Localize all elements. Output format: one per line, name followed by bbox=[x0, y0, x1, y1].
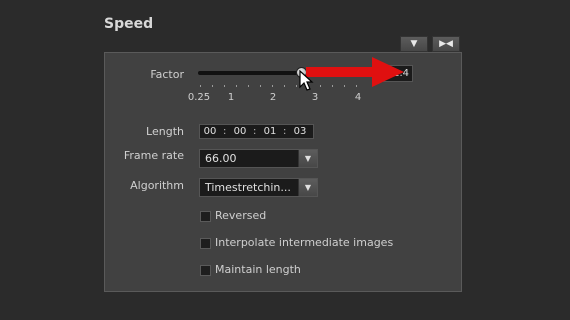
annotation-arrow-icon bbox=[306, 57, 404, 87]
length-separator: : bbox=[223, 126, 227, 137]
tick-dot bbox=[224, 85, 225, 87]
interpolate-checkbox[interactable] bbox=[200, 238, 211, 249]
section-title: Speed bbox=[104, 16, 154, 32]
maintain-length-checkbox[interactable] bbox=[200, 265, 211, 276]
length-hours[interactable]: 00 bbox=[202, 126, 218, 137]
tick-label-0-25: 0.25 bbox=[187, 92, 211, 103]
length-label: Length bbox=[146, 125, 184, 138]
tick-dot bbox=[212, 85, 213, 87]
tick-dot bbox=[272, 85, 273, 87]
frame-rate-value: 66.00 bbox=[205, 152, 237, 165]
length-seconds[interactable]: 01 bbox=[262, 126, 278, 137]
algorithm-dropdown[interactable]: Timestretchin... ▼ bbox=[199, 178, 318, 197]
tick-dot bbox=[248, 85, 249, 87]
factor-label: Factor bbox=[150, 68, 184, 81]
panel-menu-button[interactable]: ▼ bbox=[400, 36, 428, 52]
speed-settings-view: Speed ▼ ▶◀ Factor 1.4 0.25 1 2 3 4 Lengt… bbox=[0, 0, 570, 320]
tick-label-2: 2 bbox=[269, 92, 277, 103]
algorithm-value: Timestretchin... bbox=[205, 181, 291, 194]
mouse-cursor-icon bbox=[299, 70, 314, 91]
length-timecode-field[interactable]: 00 : 00 : 01 : 03 bbox=[199, 124, 314, 139]
triangle-down-icon: ▼ bbox=[410, 39, 418, 49]
reversed-label[interactable]: Reversed bbox=[215, 209, 266, 222]
length-frames[interactable]: 03 bbox=[292, 126, 308, 137]
tick-label-3: 3 bbox=[311, 92, 319, 103]
interpolate-label[interactable]: Interpolate intermediate images bbox=[215, 236, 393, 249]
tick-label-4: 4 bbox=[354, 92, 362, 103]
length-separator: : bbox=[283, 126, 287, 137]
tick-dot bbox=[260, 85, 261, 87]
arrow-shaft bbox=[306, 67, 376, 77]
panel-collapse-button[interactable]: ▶◀ bbox=[432, 36, 460, 52]
length-minutes[interactable]: 00 bbox=[232, 126, 248, 137]
maintain-length-label[interactable]: Maintain length bbox=[215, 263, 301, 276]
reversed-checkbox[interactable] bbox=[200, 211, 211, 222]
frame-rate-label: Frame rate bbox=[123, 149, 184, 162]
tick-dot bbox=[236, 85, 237, 87]
tick-dot bbox=[200, 85, 201, 87]
chevron-down-icon[interactable]: ▼ bbox=[298, 179, 317, 196]
frame-rate-dropdown[interactable]: 66.00 ▼ bbox=[199, 149, 318, 168]
chevron-down-icon[interactable]: ▼ bbox=[298, 150, 317, 167]
tick-dot bbox=[296, 85, 297, 87]
speed-panel bbox=[104, 52, 462, 292]
collapse-arrows-icon: ▶◀ bbox=[439, 39, 453, 49]
length-separator: : bbox=[253, 126, 257, 137]
algorithm-label: Algorithm bbox=[130, 179, 184, 192]
arrow-head bbox=[372, 57, 404, 87]
tick-dot bbox=[284, 85, 285, 87]
tick-label-1: 1 bbox=[227, 92, 235, 103]
